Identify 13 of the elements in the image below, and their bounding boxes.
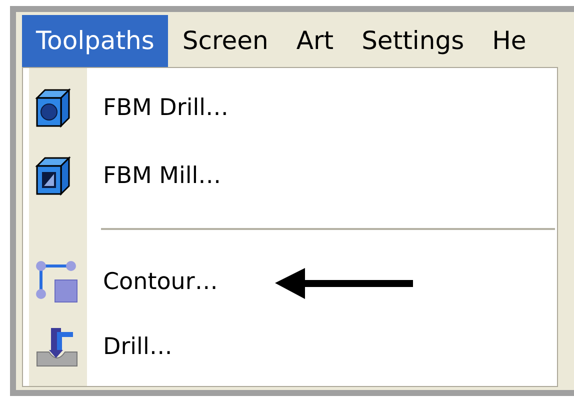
cube-hole-icon: [35, 88, 71, 128]
menu-bar-item[interactable]: Toolpaths: [22, 15, 168, 67]
cube-pocket-icon: [35, 156, 71, 196]
menu-bar-item[interactable]: Screen: [168, 15, 282, 67]
menu-item[interactable]: FBM Mill…: [87, 158, 222, 194]
menu-bar-item[interactable]: He: [478, 15, 540, 67]
menu-bar-item[interactable]: Settings: [348, 15, 478, 67]
contour-icon: [35, 260, 79, 304]
menu-item[interactable]: Drill…: [87, 330, 172, 364]
menu-bar-item[interactable]: Art: [282, 15, 348, 67]
menu-item[interactable]: FBM Drill…: [87, 90, 229, 126]
drill-icon: [35, 326, 79, 368]
menu-item[interactable]: Contour…: [87, 264, 218, 300]
